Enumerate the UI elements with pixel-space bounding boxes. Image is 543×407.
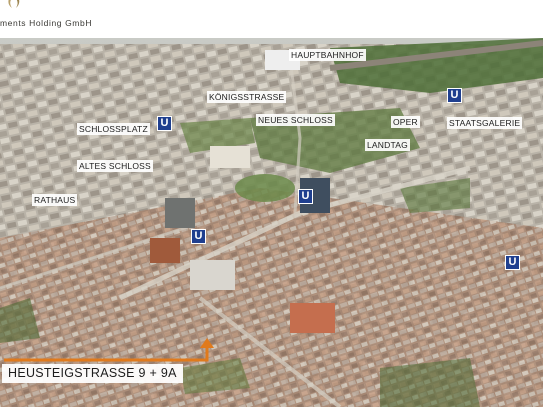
label-koenigsstrasse: KÖNIGSSTRASSE (207, 91, 287, 103)
label-neues-schloss: NEUES SCHLOSS (256, 114, 335, 126)
label-schlossplatz: SCHLOSSPLATZ (77, 123, 150, 135)
label-hauptbahnhof: HAUPTBAHNHOF (289, 49, 366, 61)
label-rathaus: RATHAUS (32, 194, 78, 206)
address-label: HEUSTEIGSTRASSE 9 + 9A (2, 364, 183, 383)
label-staatsgalerie: STAATSGALERIE (447, 117, 523, 129)
ubahn-icon: U (447, 88, 462, 103)
label-landtag: LANDTAG (365, 139, 410, 151)
ubahn-icon: U (298, 189, 313, 204)
ubahn-icon: U (157, 116, 172, 131)
map-view: ments Holding GmbH HAUPTBAHNHOF KÖNIGSST… (0, 0, 543, 407)
company-name: ments Holding GmbH (0, 18, 93, 28)
label-altes-schloss: ALTES SCHLOSS (77, 160, 153, 172)
header: ments Holding GmbH (0, 0, 543, 38)
label-oper: OPER (391, 116, 420, 128)
company-logo (8, 0, 20, 8)
ubahn-icon: U (191, 229, 206, 244)
ubahn-icon: U (505, 255, 520, 270)
